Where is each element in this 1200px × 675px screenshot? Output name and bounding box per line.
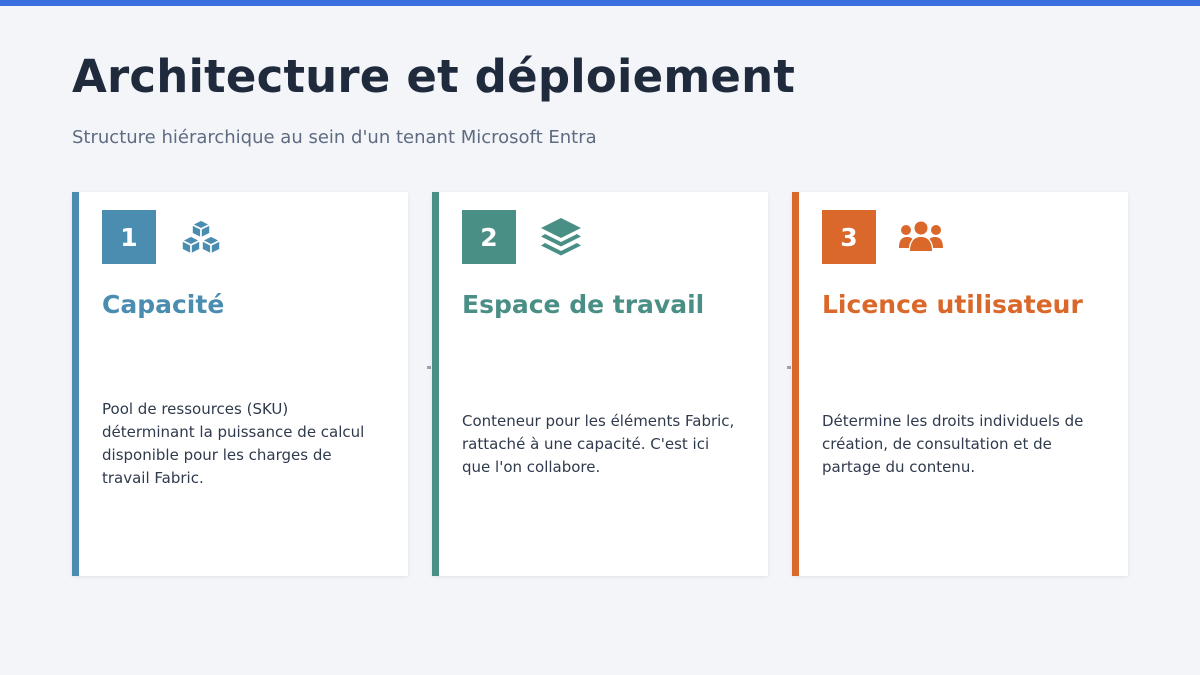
connector-line [427,366,431,369]
card-accent-bar [72,192,79,576]
cubes-icon [178,216,224,258]
connector-line [787,366,791,369]
layers-icon [538,216,584,258]
card-accent-bar [792,192,799,576]
step-number-badge: 1 [102,210,156,264]
card-description: Détermine les droits individuels de créa… [822,412,1084,476]
card-description: Pool de ressources (SKU) déterminant la … [102,400,365,487]
page-title: Architecture et déploiement [72,50,796,103]
step-number-badge: 3 [822,210,876,264]
page-subtitle: Structure hiérarchique au sein d'un tena… [72,127,597,148]
card-workspace: 2 Espace de travail Conteneur pour les é… [432,192,768,576]
card-title: Capacité [102,290,225,319]
card-accent-bar [432,192,439,576]
card-title: Licence utilisateur [822,290,1083,319]
step-number-badge: 2 [462,210,516,264]
top-accent-bar [0,0,1200,6]
card-license: 3 Licence utilisateur Détermine les droi… [792,192,1128,576]
users-icon [898,216,944,258]
card-description: Conteneur pour les éléments Fabric, ratt… [462,412,735,476]
card-capacity: 1 Capacité Pool de ressources (SKU) déte… [72,192,408,576]
card-title: Espace de travail [462,290,705,319]
